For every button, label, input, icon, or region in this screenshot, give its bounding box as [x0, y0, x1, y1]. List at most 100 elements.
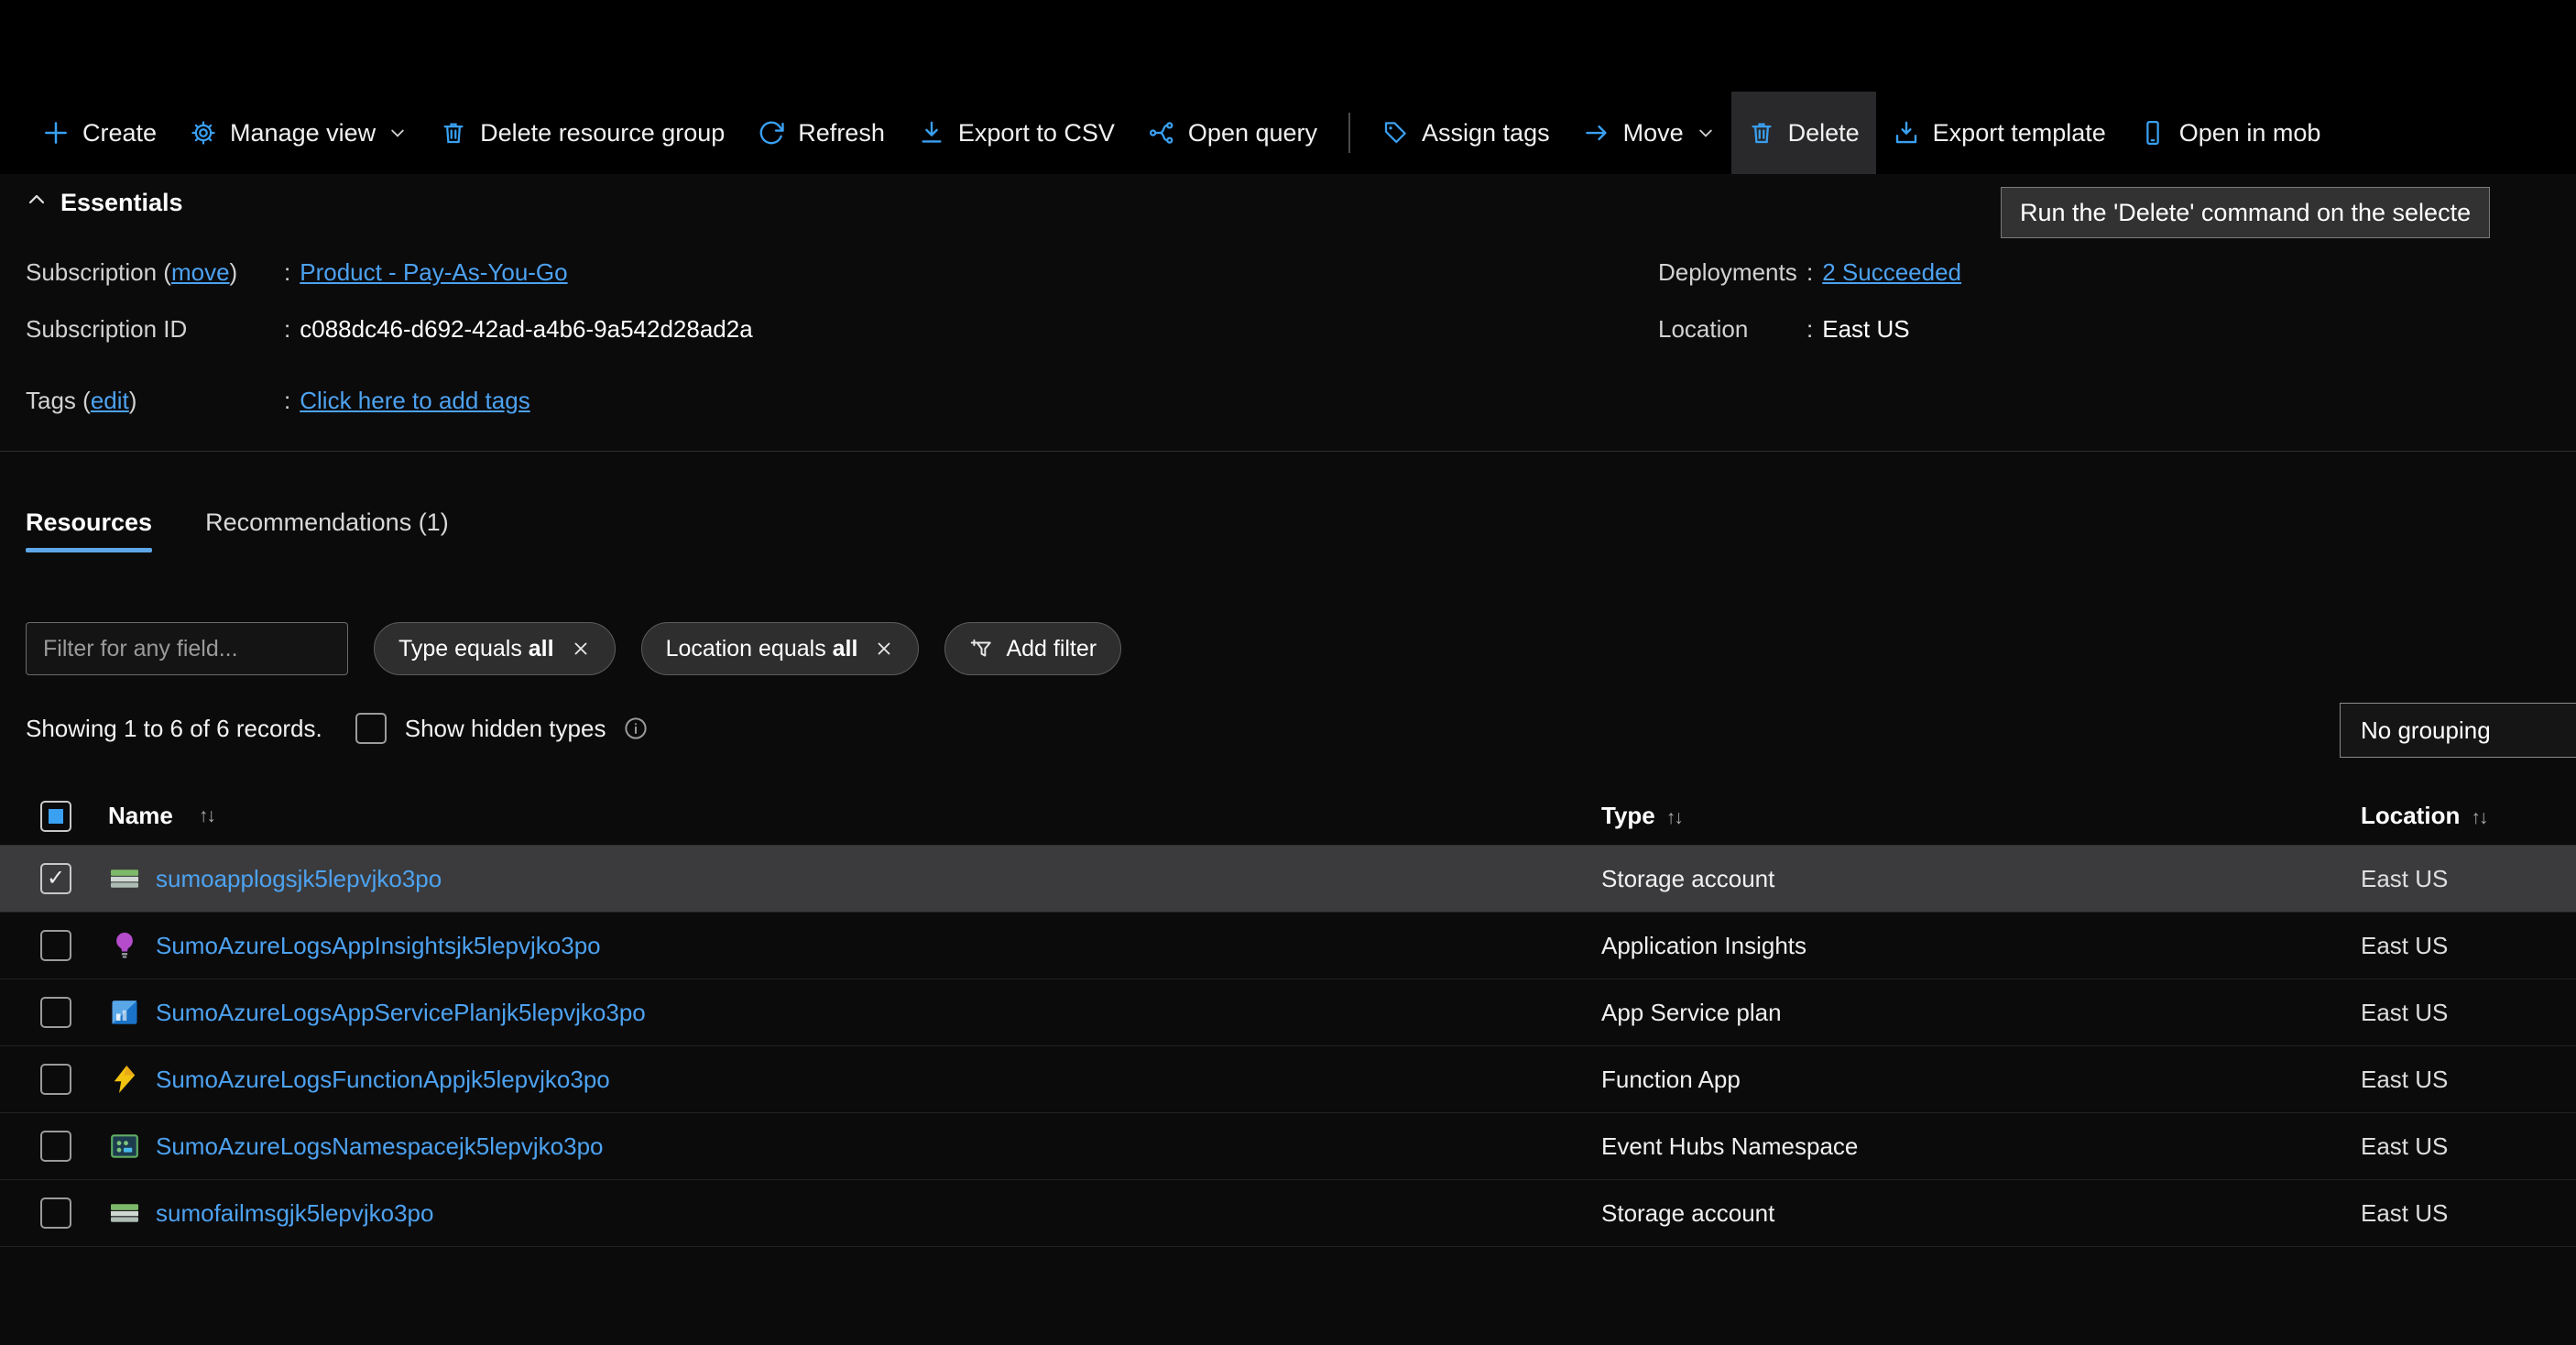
resource-type: Function App — [1601, 1065, 1741, 1093]
colon: : — [1806, 257, 1814, 286]
move-link[interactable]: move — [171, 258, 230, 286]
plus-icon — [42, 119, 70, 147]
table-header: Name ↑↓ Type ↑↓ Location ↑↓ — [0, 787, 2576, 846]
delete-button[interactable]: Delete — [1730, 92, 1876, 174]
filter-pill-type-text: Type equals — [398, 635, 529, 662]
delete-resource-group-label: Delete resource group — [480, 118, 726, 147]
tags-row: Tags (edit) : Click here to add tags — [26, 381, 1658, 420]
resource-location: East US — [2361, 864, 2449, 892]
subscription-id-row: Subscription ID : c088dc46-d692-42ad-a4b… — [26, 310, 1658, 348]
resource-link[interactable]: SumoAzureLogsAppServicePlanjk5lepvjko3po — [156, 999, 646, 1027]
deployments-link[interactable]: 2 Succeeded — [1822, 258, 1961, 287]
close-icon[interactable] — [874, 639, 894, 659]
refresh-button[interactable]: Refresh — [741, 92, 901, 174]
column-header-type[interactable]: Type — [1601, 802, 1655, 829]
essentials-toggle[interactable]: Essentials — [26, 183, 227, 222]
filter-pill-location[interactable]: Location equals all — [640, 622, 920, 675]
tab-resources[interactable]: Resources — [26, 508, 152, 562]
grouping-dropdown[interactable]: No grouping — [2340, 703, 2576, 758]
row-checkbox[interactable] — [40, 997, 71, 1028]
location-row: Location : East US — [1658, 310, 2576, 348]
subscription-id-label: Subscription ID — [26, 314, 188, 343]
table-row[interactable]: ✓ sumoapplogsjk5lepvjko3po Storage accou… — [0, 846, 2576, 913]
location-label: Location — [1658, 314, 1749, 343]
resource-link[interactable]: SumoAzureLogsAppInsightsjk5lepvjko3po — [156, 932, 601, 960]
show-hidden-checkbox[interactable] — [355, 713, 387, 744]
show-hidden-label: Show hidden types — [404, 714, 606, 742]
deployments-row: Deployments : 2 Succeeded — [1658, 253, 2576, 291]
resource-link[interactable]: SumoAzureLogsNamespacejk5lepvjko3po — [156, 1132, 604, 1161]
export-template-button[interactable]: Export template — [1876, 92, 2123, 174]
event-hubs-icon — [108, 1130, 141, 1163]
table-row[interactable]: SumoAzureLogsAppServicePlanjk5lepvjko3po… — [0, 979, 2576, 1046]
grouping-value: No grouping — [2361, 716, 2491, 744]
resource-link[interactable]: SumoAzureLogsFunctionAppjk5lepvjko3po — [156, 1066, 610, 1094]
refresh-icon — [758, 119, 785, 147]
sort-icon: ↑↓ — [1665, 807, 1684, 828]
resource-location: East US — [2361, 1065, 2449, 1093]
storage-account-icon — [108, 1197, 141, 1230]
add-tags-link[interactable]: Click here to add tags — [300, 387, 529, 415]
row-checkbox[interactable] — [40, 1064, 71, 1095]
filter-pill-type[interactable]: Type equals all — [374, 622, 616, 675]
column-header-name[interactable]: Name — [108, 802, 173, 830]
mobile-icon — [2139, 119, 2167, 147]
table-row[interactable]: SumoAzureLogsNamespacejk5lepvjko3po Even… — [0, 1113, 2576, 1180]
colon: : — [284, 314, 291, 343]
manage-view-label: Manage view — [230, 118, 377, 147]
resource-link[interactable]: sumofailmsgjk5lepvjko3po — [156, 1199, 433, 1228]
filter-pill-type-value: all — [528, 635, 554, 662]
table-row[interactable]: sumofailmsgjk5lepvjko3po Storage account… — [0, 1180, 2576, 1247]
resource-link[interactable]: sumoapplogsjk5lepvjko3po — [156, 865, 442, 893]
gear-icon — [190, 119, 217, 147]
tags-label: Tags (edit) — [26, 386, 137, 414]
tab-bar: Resources Recommendations (1) — [26, 508, 2576, 562]
resource-type: Storage account — [1601, 1198, 1775, 1227]
chevron-up-icon — [26, 189, 48, 217]
create-label: Create — [82, 118, 158, 147]
arrow-right-icon — [1583, 119, 1610, 147]
resource-type: Storage account — [1601, 864, 1775, 892]
colon: : — [284, 257, 291, 286]
create-button[interactable]: Create — [26, 92, 173, 174]
trash-icon — [1748, 119, 1775, 147]
checkbox-fill — [49, 808, 63, 824]
resource-location: East US — [2361, 1132, 2449, 1160]
open-query-button[interactable]: Open query — [1131, 92, 1334, 174]
subscription-label: Subscription (move) — [26, 257, 238, 286]
delete-label: Delete — [1787, 118, 1860, 147]
function-app-icon — [108, 1063, 141, 1096]
row-checkbox[interactable] — [40, 930, 71, 961]
row-checkbox[interactable] — [40, 1197, 71, 1229]
info-icon[interactable] — [622, 715, 649, 742]
column-header-location[interactable]: Location — [2361, 802, 2460, 829]
delete-tooltip: Run the 'Delete' command on the selecte — [2001, 187, 2491, 238]
select-all-checkbox[interactable] — [40, 800, 71, 832]
export-csv-button[interactable]: Export to CSV — [901, 92, 1131, 174]
toolbar: Create Manage view Delete resource group — [0, 0, 2576, 174]
move-label: Move — [1622, 118, 1684, 147]
resource-type: Event Hubs Namespace — [1601, 1132, 1859, 1160]
filter-pill-location-value: all — [832, 635, 858, 662]
table-row[interactable]: SumoAzureLogsAppInsightsjk5lepvjko3po Ap… — [0, 913, 2576, 979]
assign-tags-button[interactable]: Assign tags — [1365, 92, 1566, 174]
chevron-down-icon — [1697, 124, 1715, 142]
open-in-mobile-button[interactable]: Open in mob — [2123, 92, 2338, 174]
row-checkbox[interactable] — [40, 1131, 71, 1162]
filter-bar: Type equals all Location equals all Add … — [26, 622, 2576, 675]
subscription-link[interactable]: Product - Pay-As-You-Go — [300, 258, 567, 287]
download-icon — [918, 119, 945, 147]
refresh-label: Refresh — [798, 118, 885, 147]
records-bar: Showing 1 to 6 of 6 records. Show hidden… — [26, 703, 2576, 758]
manage-view-button[interactable]: Manage view — [173, 92, 423, 174]
row-checkbox[interactable]: ✓ — [40, 863, 71, 894]
add-filter-button[interactable]: Add filter — [944, 622, 1122, 675]
delete-resource-group-button[interactable]: Delete resource group — [423, 92, 741, 174]
table-row[interactable]: SumoAzureLogsFunctionAppjk5lepvjko3po Fu… — [0, 1046, 2576, 1113]
close-icon[interactable] — [571, 639, 591, 659]
edit-tags-link[interactable]: edit — [91, 387, 129, 414]
export-template-icon — [1893, 119, 1920, 147]
move-button[interactable]: Move — [1566, 92, 1731, 174]
tab-recommendations[interactable]: Recommendations (1) — [205, 508, 449, 562]
filter-input[interactable] — [26, 622, 348, 675]
